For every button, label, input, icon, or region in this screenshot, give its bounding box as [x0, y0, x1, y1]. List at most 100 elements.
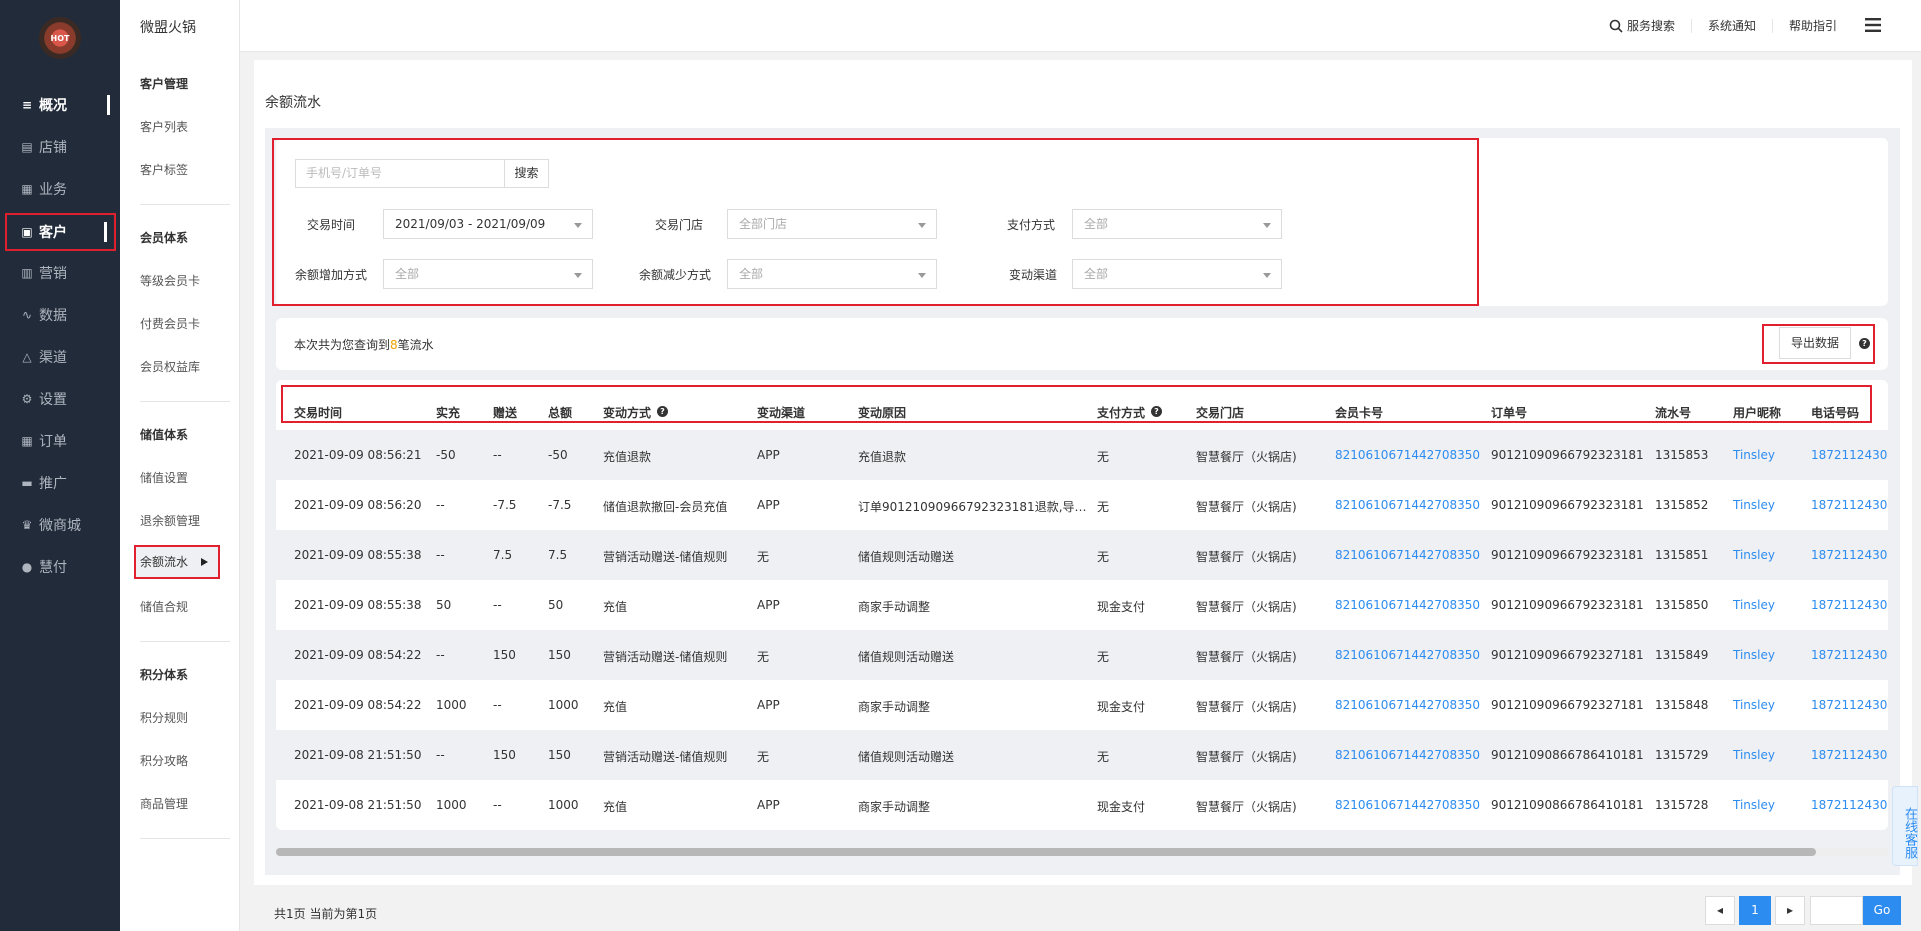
subnav-item-customer-tags[interactable]: 客户标签 — [140, 161, 188, 178]
subnav-divider — [140, 401, 230, 402]
col-pay-method-cell: 无 — [1097, 500, 1110, 514]
page-jump-input[interactable] — [1810, 896, 1863, 925]
col-change-channel-cell: 无 — [757, 650, 770, 664]
col-nickname-cell[interactable]: Tinsley — [1733, 448, 1775, 462]
col-change-reason-cell: 商家手动调整 — [858, 700, 931, 714]
col-real-charge-cell: 1000 — [436, 698, 467, 712]
decrease-select[interactable]: 全部 — [727, 259, 937, 289]
col-pay-method-cell: 现金支付 — [1097, 700, 1146, 714]
help-guide-button[interactable]: 帮助指引 — [1773, 19, 1853, 33]
prev-page-button[interactable]: ◂ — [1705, 896, 1735, 925]
col-phone-cell[interactable]: 18721124304 — [1811, 648, 1888, 662]
subnav-item-customer-list[interactable]: 客户列表 — [140, 118, 188, 135]
table-row: 2021-09-09 08:56:20 -- -7.5 -7.5 储值退款撤回-会员充值… — [276, 480, 1888, 530]
col-total-cell: 150 — [548, 648, 571, 662]
col-phone-cell[interactable]: 18721124304 — [1811, 498, 1888, 512]
subnav-item-stored-compliance[interactable]: 储值合规 — [140, 598, 188, 615]
col-phone-cell[interactable]: 18721124304 — [1811, 548, 1888, 562]
sidebar-item-customer[interactable]: ▣ 客户 — [4, 212, 117, 252]
subnav-item-goods[interactable]: 商品管理 — [140, 795, 188, 812]
col-change-channel-cell: APP — [757, 448, 780, 462]
col-store-cell: 智慧餐厅（火锅店) — [1196, 600, 1297, 614]
col-change-method-cell: 充值 — [603, 800, 628, 814]
col-nickname-cell[interactable]: Tinsley — [1733, 698, 1775, 712]
subnav-item-benefits[interactable]: 会员权益库 — [140, 358, 200, 375]
brand-logo[interactable]: HOT — [39, 17, 81, 59]
col-card-no-cell[interactable]: 821061067144270835​0 — [1335, 798, 1480, 812]
col-phone-cell[interactable]: 18721124304 — [1811, 798, 1888, 812]
sidebar-item-channel[interactable]: △ 渠道 — [0, 337, 120, 377]
col-nickname-cell[interactable]: Tinsley — [1733, 548, 1775, 562]
col-change-reason-cell: 商家手动调整 — [858, 800, 931, 814]
subnav-item-stored-settings[interactable]: 储值设置 — [140, 469, 188, 486]
subnav-item-points-guide[interactable]: 积分攻略 — [140, 752, 188, 769]
search-button[interactable]: 搜索 — [504, 159, 549, 188]
col-card-no-cell[interactable]: 821061067144270835​0 — [1335, 598, 1480, 612]
sidebar-item-overview[interactable]: ≡ 概况 — [0, 85, 120, 125]
col-phone-cell[interactable]: 18721124304 — [1811, 598, 1888, 612]
col-card-no-cell[interactable]: 821061067144270835​0 — [1335, 448, 1480, 462]
system-notify-button[interactable]: 系统通知 — [1692, 19, 1773, 33]
col-change-channel-cell: APP — [757, 598, 780, 612]
sidebar-item-marketing[interactable]: ▥ 营销 — [0, 253, 120, 293]
col-card-no-cell[interactable]: 821061067144270835​0 — [1335, 748, 1480, 762]
col-card-no-cell[interactable]: 821061067144270835​0 — [1335, 498, 1480, 512]
business-icon: ▦ — [21, 182, 33, 196]
scrollbar-thumb[interactable] — [276, 848, 1816, 856]
table-row: 2021-09-08 21:51:50 -- 150 150 营销活动赠送-储值规则 无 储… — [276, 730, 1888, 780]
service-search-button[interactable]: 服务搜索 — [1593, 19, 1692, 33]
menu-icon[interactable] — [1865, 17, 1881, 35]
online-service-button[interactable]: 在线客服 — [1892, 786, 1918, 866]
col-change-channel-cell: APP — [757, 498, 780, 512]
horizontal-scrollbar[interactable] — [276, 848, 1888, 856]
sidebar-item-store[interactable]: ▤ 店铺 — [0, 127, 120, 167]
col-change-method-cell: 充值 — [603, 700, 628, 714]
col-card-no-cell[interactable]: 821061067144270835​0 — [1335, 648, 1480, 662]
col-change-channel-cell: APP — [757, 798, 780, 812]
subnav-item-points-rules[interactable]: 积分规则 — [140, 709, 188, 726]
sidebar-item-promote[interactable]: ▬ 推广 — [0, 463, 120, 503]
col-serial-no-cell: 1315728 — [1655, 798, 1709, 812]
subnav-item-balance-flow[interactable]: 余额流水 — [134, 545, 220, 579]
col-nickname-cell[interactable]: Tinsley — [1733, 798, 1775, 812]
sidebar-item-mall[interactable]: ♛ 微商城 — [0, 505, 120, 545]
trade-store-select[interactable]: 全部门店 — [727, 209, 937, 239]
col-nickname-cell[interactable]: Tinsley — [1733, 748, 1775, 762]
next-page-button[interactable]: ▸ — [1775, 896, 1805, 925]
col-change-reason-cell: 储值规则活动赠送 — [858, 750, 955, 764]
col-phone-cell[interactable]: 18721124304 — [1811, 698, 1888, 712]
col-order-no-cell: 901210909667923271​81 — [1491, 648, 1644, 662]
sidebar-item-business[interactable]: ▦ 业务 — [0, 169, 120, 209]
highlight-header — [281, 385, 1872, 423]
change-channel-select[interactable]: 全部 — [1072, 259, 1282, 289]
col-card-no-cell[interactable]: 821061067144270835​0 — [1335, 698, 1480, 712]
sidebar-item-settings[interactable]: ⚙ 设置 — [0, 379, 120, 419]
pay-method-select[interactable]: 全部 — [1072, 209, 1282, 239]
col-nickname-cell[interactable]: Tinsley — [1733, 498, 1775, 512]
table-row: 2021-09-08 21:51:50 1000 -- 1000 充值 APP 商家手动调整… — [276, 780, 1888, 830]
sidebar-item-order[interactable]: ▦ 订单 — [0, 421, 120, 461]
col-phone-cell[interactable]: 18721124304 — [1811, 448, 1888, 462]
col-total-cell: -50 — [548, 448, 568, 462]
col-nickname-cell[interactable]: Tinsley — [1733, 648, 1775, 662]
col-gift-cell: 150 — [493, 748, 516, 762]
page-number-button[interactable]: 1 — [1739, 896, 1771, 925]
col-gift-cell: -- — [493, 598, 502, 612]
sidebar-item-data[interactable]: ∿ 数据 — [0, 295, 120, 335]
sidebar-item-pay[interactable]: ● 慧付 — [0, 547, 120, 587]
col-nickname-cell[interactable]: Tinsley — [1733, 598, 1775, 612]
go-button[interactable]: Go — [1863, 896, 1901, 925]
subnav-item-level-card[interactable]: 等级会员卡 — [140, 272, 200, 289]
col-trade-time-cell: 2021-09-09 08:56:20 — [294, 498, 422, 512]
top-header: 服务搜索 系统通知 帮助指引 — [240, 0, 1921, 52]
subnav-item-paid-card[interactable]: 付费会员卡 — [140, 315, 200, 332]
trade-time-select[interactable]: 2021/09/03 - 2021/09/09 — [383, 209, 593, 239]
search-input[interactable]: 手机号/订单号 — [295, 159, 505, 188]
col-change-channel-cell: APP — [757, 698, 780, 712]
subnav-item-refund-balance[interactable]: 退余额管理 — [140, 512, 200, 529]
col-card-no-cell[interactable]: 821061067144270835​0 — [1335, 548, 1480, 562]
col-phone-cell[interactable]: 18721124304 — [1811, 748, 1888, 762]
overview-icon: ≡ — [21, 98, 33, 112]
increase-select[interactable]: 全部 — [383, 259, 593, 289]
col-real-charge-cell: -- — [436, 498, 445, 512]
